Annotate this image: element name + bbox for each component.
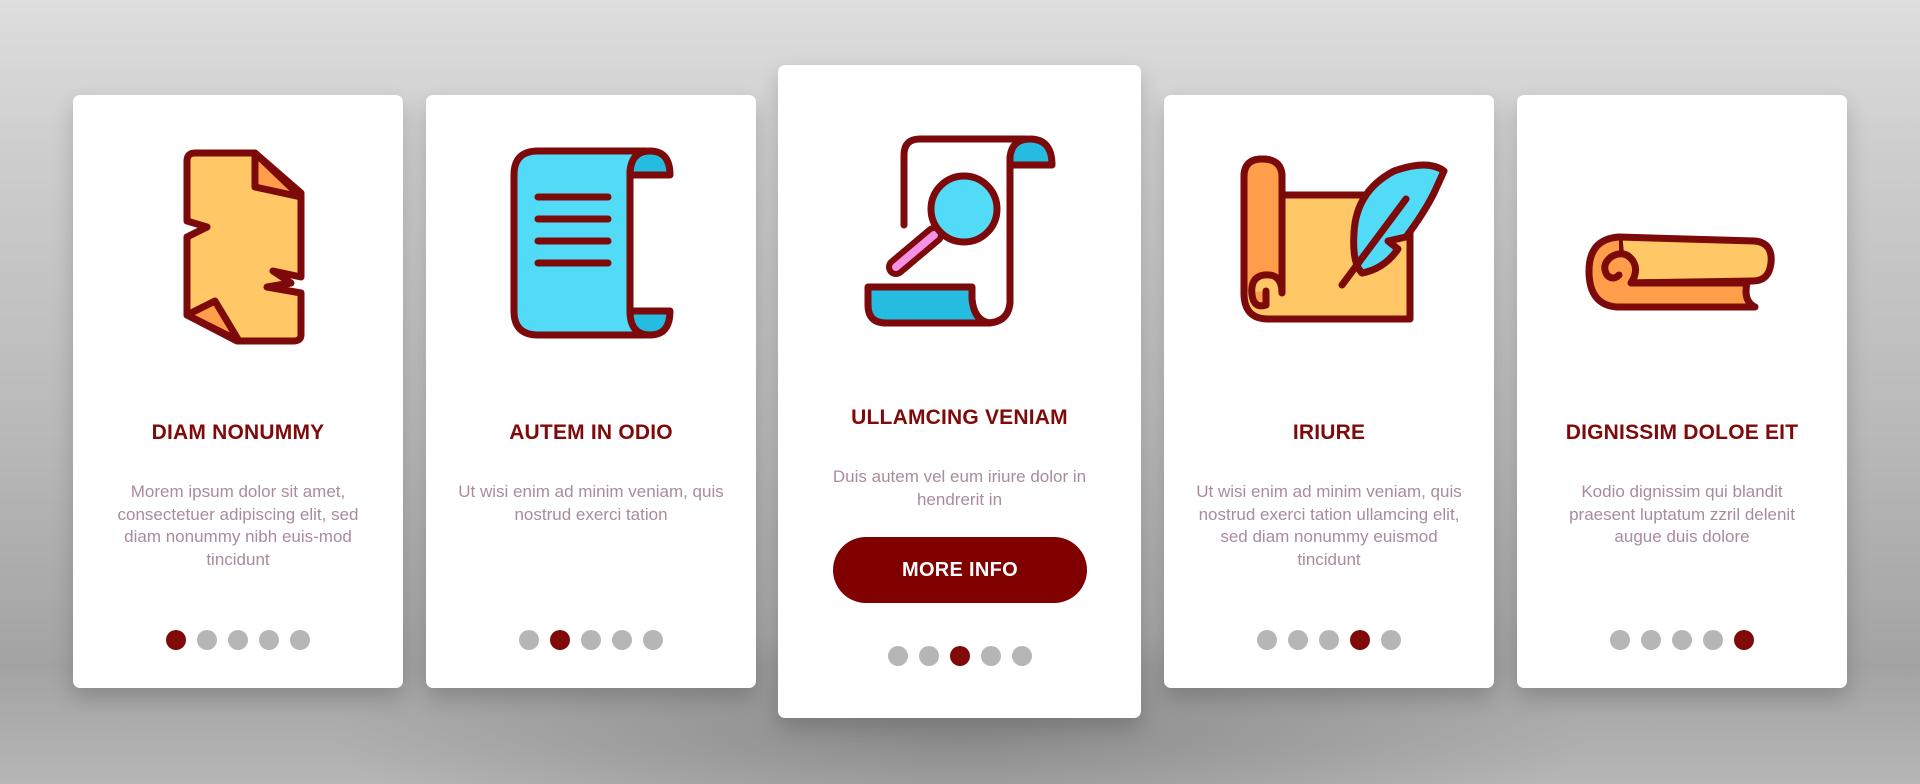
- card-title: AUTEM IN ODIO: [509, 421, 673, 444]
- card-title: IRIURE: [1292, 421, 1366, 444]
- page-dot[interactable]: [887, 646, 908, 666]
- page-dot[interactable]: [197, 630, 217, 650]
- page-dot[interactable]: [1610, 630, 1630, 650]
- scroll-quill-icon: [1240, 155, 1448, 323]
- page-dot[interactable]: [1672, 630, 1692, 650]
- pagination-dots: [1517, 630, 1847, 650]
- pagination-dots: [1164, 630, 1494, 650]
- card-description: Ut wisi enim ad minim veniam, quis nostr…: [458, 482, 724, 524]
- page-dot-active[interactable]: [1734, 630, 1754, 650]
- card-description: Morem ipsum dolor sit amet, consectetuer…: [117, 482, 359, 569]
- onboarding-card-4: IRIURE Ut wisi enim ad minim veniam, qui…: [1164, 95, 1494, 688]
- rolled-scroll-icon: [1585, 233, 1775, 311]
- page-dot[interactable]: [643, 630, 663, 650]
- scroll-search-icon: [864, 135, 1056, 327]
- page-dot[interactable]: [1381, 630, 1401, 650]
- card-description: Duis autem vel eum iriure dolor in hendr…: [832, 467, 1087, 509]
- page-dot[interactable]: [1011, 646, 1032, 666]
- page-dot[interactable]: [1703, 630, 1723, 650]
- page-dot[interactable]: [581, 630, 601, 650]
- pagination-dots: [778, 646, 1141, 666]
- more-info-button[interactable]: MORE INFO: [833, 537, 1087, 603]
- page-dot[interactable]: [1319, 630, 1339, 650]
- page-dot[interactable]: [290, 630, 310, 650]
- card-title: DIAM NONUMMY: [151, 421, 325, 444]
- page-dot-active[interactable]: [550, 630, 570, 650]
- page-dot-active[interactable]: [949, 646, 970, 666]
- page-dot[interactable]: [1641, 630, 1661, 650]
- scroll-document-icon: [510, 147, 674, 339]
- onboarding-card-5: DIGNISSIM DOLOE EIT Kodio dignissim qui …: [1517, 95, 1847, 688]
- page-dot-active[interactable]: [1350, 630, 1370, 650]
- card-description: Ut wisi enim ad minim veniam, quis nostr…: [1196, 482, 1462, 569]
- card-title: ULLAMCING VENIAM: [851, 406, 1068, 429]
- page-dot[interactable]: [612, 630, 632, 650]
- onboarding-card-1: DIAM NONUMMY Morem ipsum dolor sit amet,…: [73, 95, 403, 688]
- page-dot[interactable]: [259, 630, 279, 650]
- page-dot[interactable]: [519, 630, 539, 650]
- page-dot[interactable]: [1288, 630, 1308, 650]
- onboarding-card-3: ULLAMCING VENIAM Duis autem vel eum iriu…: [778, 65, 1141, 718]
- onboarding-card-2: AUTEM IN ODIO Ut wisi enim ad minim veni…: [426, 95, 756, 688]
- pagination-dots: [426, 630, 756, 650]
- torn-paper-icon: [183, 149, 305, 345]
- page-dot[interactable]: [228, 630, 248, 650]
- page-dot[interactable]: [918, 646, 939, 666]
- page-dot[interactable]: [980, 646, 1001, 666]
- page-dot-active[interactable]: [166, 630, 186, 650]
- page-dot[interactable]: [1257, 630, 1277, 650]
- pagination-dots: [73, 630, 403, 650]
- card-title: DIGNISSIM DOLOE EIT: [1565, 421, 1799, 444]
- card-description: Kodio dignissim qui blandit praesent lup…: [1569, 482, 1795, 547]
